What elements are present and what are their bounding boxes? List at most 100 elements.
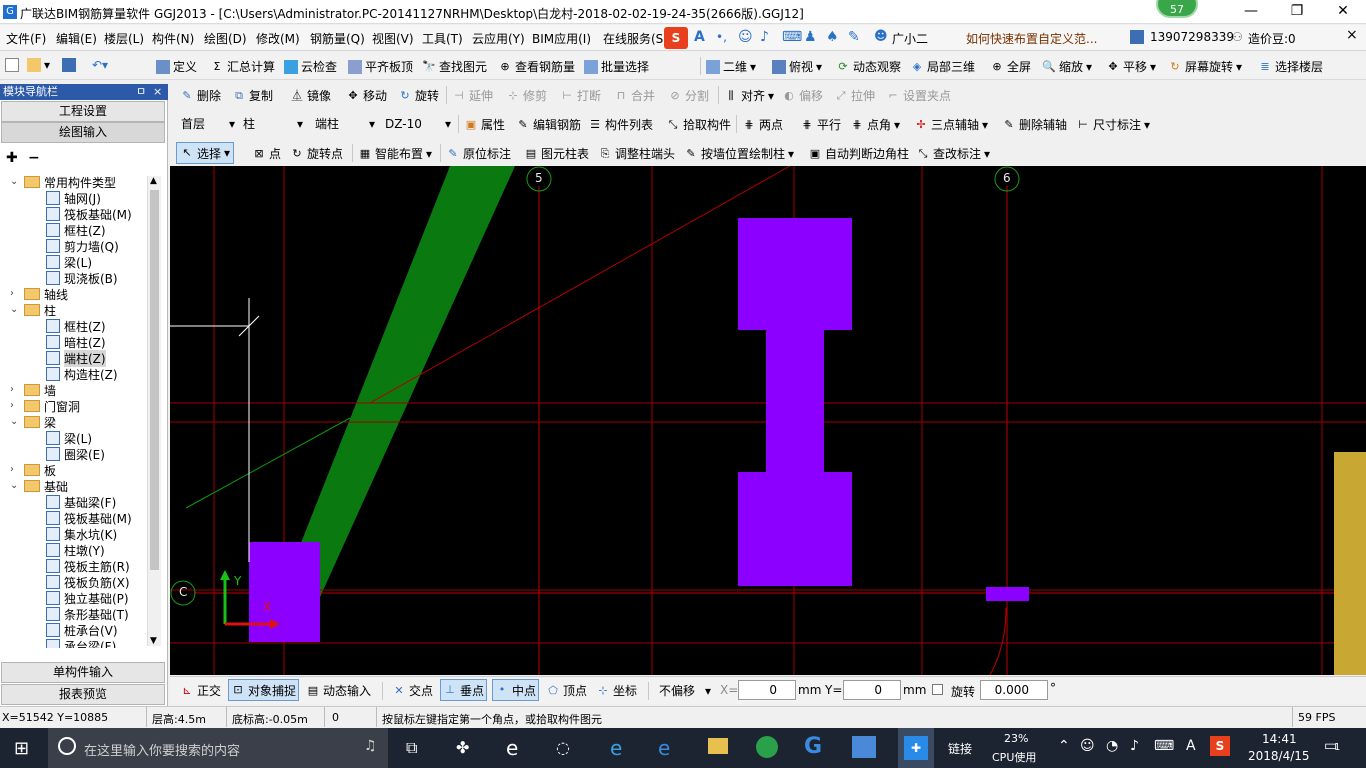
collapse-icon[interactable]: ⌄ (10, 480, 18, 491)
tool-stretch[interactable]: ⤢ 拉伸 (834, 87, 875, 104)
tree-item[interactable]: 端柱(Z) (46, 349, 106, 367)
tool-select-floor[interactable]: ≣ 选择楼层 (1258, 58, 1323, 75)
edge-icon[interactable]: e (610, 736, 622, 760)
tool-draw-by-wall[interactable]: ✎ 按墙位置绘制柱 ▾ (684, 145, 794, 162)
snap-vertex[interactable]: ⬠ 顶点 (546, 682, 587, 699)
expand-icon[interactable]: › (10, 464, 14, 475)
tree-item[interactable]: 轴网(J) (46, 190, 101, 206)
font-icon[interactable]: A (694, 29, 705, 45)
tree-item[interactable]: 集水坑(K) (46, 526, 117, 542)
tree-folder[interactable]: 梁 (24, 414, 56, 430)
tool-three-point-axis[interactable]: ✢ 三点辅轴 ▾ (914, 116, 988, 133)
fan-app-icon[interactable]: ✤ (456, 738, 469, 757)
explorer-icon[interactable] (708, 738, 728, 754)
tree-item[interactable]: 构造柱(Z) (46, 366, 118, 382)
tool-break[interactable]: ⊢ 打断 (560, 87, 601, 104)
type-select[interactable]: 端柱 ▾ (310, 114, 378, 134)
tree-item[interactable]: 筏板主筋(R) (46, 558, 130, 574)
tree-item[interactable]: 框柱(Z) (46, 222, 106, 238)
tool-delete-axis[interactable]: ✎ 删除辅轴 (1002, 116, 1067, 133)
tool-properties[interactable]: ▣ 属性 (464, 116, 505, 133)
tree-item[interactable]: 筏板基础(M) (46, 510, 132, 526)
open-file-icon[interactable]: ▾ (27, 58, 50, 72)
drawing-svg[interactable] (170, 166, 1366, 675)
tree-folder[interactable]: 柱 (24, 302, 56, 318)
end-column-dz10[interactable] (738, 218, 852, 586)
tool-trim[interactable]: ⊹ 修剪 (506, 87, 547, 104)
tool-zoom[interactable]: 🔍 缩放 ▾ (1042, 58, 1092, 75)
tree-item[interactable]: 圈梁(E) (46, 446, 105, 462)
beans-count[interactable]: 造价豆:0 (1248, 30, 1296, 47)
tree-item[interactable]: 梁(L) (46, 254, 92, 270)
tree-item[interactable]: 承台梁(F) (46, 638, 116, 648)
tool-mirror[interactable]: ⏅ 镜像 (290, 87, 332, 104)
swirl-app-icon[interactable]: ◌ (556, 738, 570, 757)
tool-point-angle[interactable]: ⋕ 点角 ▾ (850, 116, 900, 133)
tree-item[interactable]: 独立基础(P) (46, 590, 129, 606)
tool-fullscreen[interactable]: ⊕ 全屏 (990, 58, 1031, 75)
ie2-icon[interactable]: e (658, 736, 670, 760)
tool-screen-rotate[interactable]: ↻ 屏幕旋转 ▾ (1168, 58, 1242, 75)
tool-batch-select[interactable]: 批量选择 (584, 58, 649, 75)
tool-check-label[interactable]: ⤡ 查改标注 ▾ (916, 145, 990, 162)
tool-find[interactable]: 🔭 查找图元 (422, 58, 487, 75)
menu-file[interactable]: 文件(F) (6, 30, 46, 47)
tool-align[interactable]: ⫼ 对齐 ▾ (724, 87, 774, 104)
mic-icon[interactable]: ♫ (364, 738, 377, 754)
keyboard-tray-icon[interactable]: ⌨ (1154, 738, 1174, 754)
snap-coordinate[interactable]: ⊹ 坐标 (596, 682, 637, 699)
tree-folder[interactable]: 轴线 (24, 286, 68, 302)
tree-folder[interactable]: 门窗洞 (24, 398, 80, 414)
menu-rebar-qty[interactable]: 钢筋量(Q) (310, 30, 365, 47)
close-button[interactable]: ✕ (1320, 0, 1366, 24)
tool-adjust-column-end[interactable]: ⎘ 调整柱端头 (598, 145, 675, 162)
tree-item[interactable]: 框柱(Z) (46, 318, 106, 334)
tool-auto-corner[interactable]: ▣ 自动判断边角柱 (808, 145, 909, 162)
people-icon[interactable]: ♟ (804, 29, 817, 45)
menu-online[interactable]: 在线服务(S (603, 30, 663, 47)
save-icon[interactable] (62, 58, 76, 72)
snap-ortho[interactable]: ⊾ 正交 (180, 682, 221, 699)
mic-icon[interactable]: ♪ (760, 29, 769, 45)
tree-item[interactable]: 筏板基础(M) (46, 206, 132, 222)
component-select[interactable]: DZ-10 ▾ (380, 114, 454, 134)
tool-move[interactable]: ✥ 移动 (346, 87, 387, 104)
active-app-tile[interactable]: ✚ (898, 728, 934, 768)
menu-modify[interactable]: 修改(M) (256, 30, 300, 47)
tool-cloud-check[interactable]: 云检查 (284, 58, 337, 75)
wrench-icon[interactable]: ✎ (848, 29, 860, 45)
category-select[interactable]: 柱 ▾ (238, 114, 306, 134)
ime-indicator[interactable]: A (1186, 738, 1196, 754)
tool-column-table[interactable]: ▤ 图元柱表 (524, 145, 589, 162)
tool-select[interactable]: ↖ 选择 ▾ (176, 142, 235, 164)
tool-component-list[interactable]: ☰ 构件列表 (588, 116, 653, 133)
assistant-name[interactable]: 广小二 (892, 30, 928, 47)
tool-pick-component[interactable]: ⤡ 拾取构件 (666, 116, 731, 133)
windows-start-icon[interactable]: ⊞ (14, 738, 29, 759)
menu-floor[interactable]: 楼层(L) (104, 30, 144, 47)
tool-inplace-label[interactable]: ✎ 原位标注 (446, 145, 511, 162)
undo-icon[interactable]: ↶▾ (92, 58, 108, 72)
tool-align-slab[interactable]: 平齐板顶 (348, 58, 413, 75)
user-phone[interactable]: 13907298339 (1150, 30, 1234, 44)
folder-app-icon[interactable] (852, 736, 876, 758)
menu-view[interactable]: 视图(V) (372, 30, 414, 47)
y-offset-input[interactable]: 0 (843, 680, 901, 700)
collapse-icon[interactable]: ⌄ (10, 416, 18, 427)
tree-item[interactable]: 条形基础(T) (46, 606, 129, 622)
tool-top-view[interactable]: 俯视 ▾ (772, 58, 822, 75)
single-component-input-button[interactable]: 单构件输入 (1, 662, 165, 683)
minimize-button[interactable]: — (1228, 0, 1274, 24)
tree-item[interactable]: 筏板负筋(X) (46, 574, 130, 590)
drawing-canvas[interactable]: 5 6 C Y X (170, 166, 1366, 675)
column-element[interactable] (249, 542, 320, 642)
sogou-tray-icon[interactable]: S (1210, 736, 1230, 756)
tree-item[interactable]: 梁(L) (46, 430, 92, 446)
menu-component[interactable]: 构件(N) (152, 30, 194, 47)
emoji-icon[interactable]: ☺ (738, 29, 753, 45)
x-offset-input[interactable]: 0 (738, 680, 796, 700)
tool-dimension[interactable]: ⊢ 尺寸标注 ▾ (1076, 116, 1150, 133)
floor-select[interactable]: 首层 ▾ (176, 114, 238, 134)
column-element[interactable] (986, 587, 1029, 601)
collapse-icon[interactable]: ⌄ (10, 304, 18, 315)
